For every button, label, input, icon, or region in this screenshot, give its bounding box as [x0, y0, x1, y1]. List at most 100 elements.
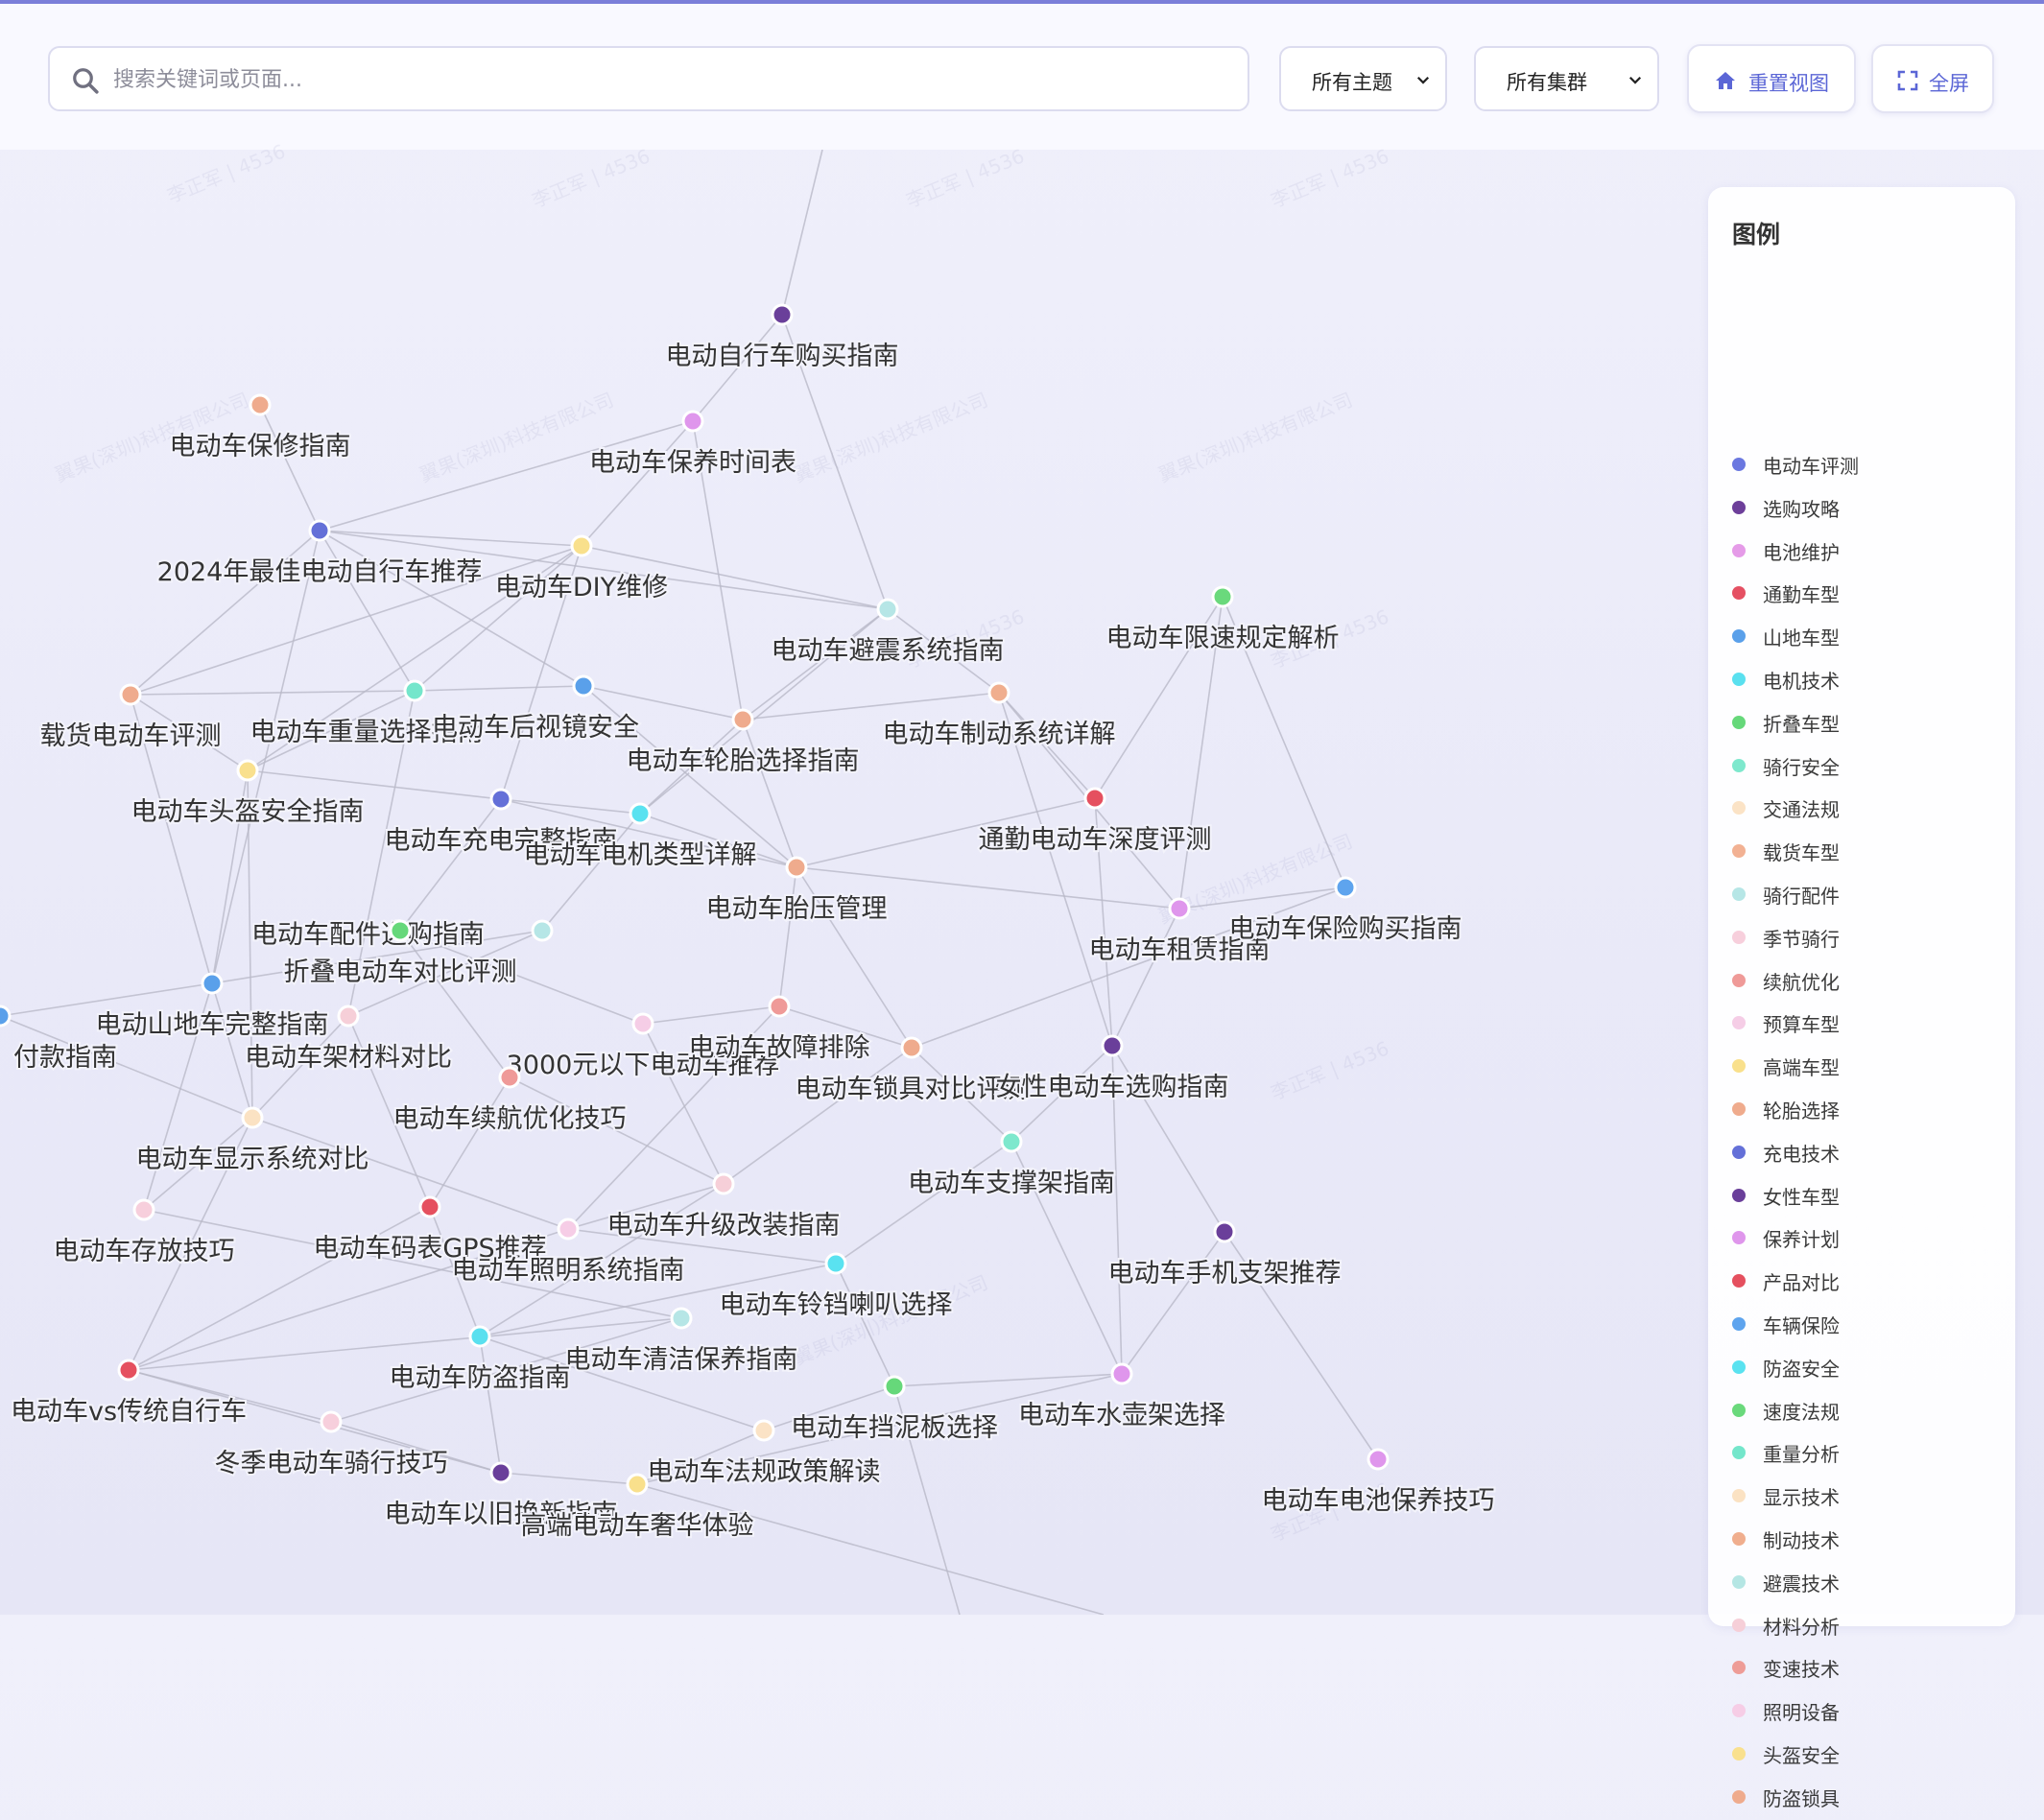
- graph-node[interactable]: 电动车保险购买指南: [1227, 876, 1464, 946]
- graph-node[interactable]: 冬季电动车骑行技巧: [213, 1410, 450, 1480]
- node-label[interactable]: 电动车电池保养技巧: [1260, 1484, 1497, 1518]
- node-label[interactable]: 电动车故障排除: [687, 1031, 872, 1065]
- node-label[interactable]: 电动车后视镜安全: [430, 711, 641, 745]
- node-dot[interactable]: [768, 995, 791, 1018]
- node-dot[interactable]: [883, 1375, 906, 1398]
- topic-select[interactable]: 所有主题: [1279, 46, 1447, 111]
- node-dot[interactable]: [631, 1012, 654, 1035]
- node-dot[interactable]: [389, 919, 412, 942]
- node-label[interactable]: 电动车续航优化技巧: [392, 1102, 629, 1136]
- node-label[interactable]: 电动车头盔安全指南: [130, 795, 367, 829]
- node-dot[interactable]: [489, 788, 512, 811]
- node-label[interactable]: 通勤电动车深度评测: [977, 823, 1214, 857]
- node-label[interactable]: 高端电动车奢华体验: [519, 1509, 756, 1543]
- graph-node[interactable]: 电动车保养时间表: [587, 410, 798, 480]
- graph-node[interactable]: 电动车制动系统详解: [881, 681, 1118, 751]
- node-label[interactable]: 冬季电动车骑行技巧: [213, 1447, 450, 1480]
- node-dot[interactable]: [1110, 1362, 1133, 1385]
- graph-node[interactable]: 电动车避震系统指南: [770, 598, 1007, 668]
- node-label[interactable]: 电动车胎压管理: [704, 892, 890, 926]
- graph-node[interactable]: 载货电动车评测: [38, 683, 224, 753]
- node-dot[interactable]: [117, 1359, 140, 1382]
- node-dot[interactable]: [1000, 1130, 1023, 1153]
- node-label[interactable]: 电动车支撑架指南: [906, 1167, 1117, 1200]
- node-dot[interactable]: [249, 393, 272, 416]
- node-label[interactable]: 电动车照明系统指南: [450, 1254, 687, 1288]
- node-label[interactable]: 折叠电动车对比评测: [282, 956, 519, 989]
- node-label[interactable]: 电动车防盗指南: [388, 1361, 573, 1395]
- graph-node[interactable]: 电动自行车购买指南: [664, 303, 901, 373]
- node-dot[interactable]: [771, 303, 794, 326]
- node-dot[interactable]: [337, 1005, 360, 1028]
- graph-node[interactable]: 电动车码表GPS推荐: [311, 1195, 549, 1265]
- graph-node[interactable]: 电动车后视镜安全: [430, 674, 641, 745]
- node-label[interactable]: 电动车水壶架选择: [1016, 1399, 1227, 1432]
- node-dot[interactable]: [119, 683, 142, 706]
- node-dot[interactable]: [1334, 876, 1357, 899]
- graph-nodes[interactable]: 电动自行车购买指南电动车保修指南 电动车保养时间表 2024年最佳电动自行车推荐电动…: [0, 303, 1497, 1543]
- node-dot[interactable]: [629, 802, 652, 825]
- node-dot[interactable]: [900, 1036, 923, 1059]
- node-label[interactable]: 电动车存放技巧: [52, 1235, 237, 1268]
- graph-node[interactable]: 电动车轮胎选择指南: [625, 708, 862, 778]
- node-label[interactable]: 电动车电机类型详解: [522, 839, 759, 872]
- node-dot[interactable]: [670, 1307, 693, 1330]
- node-dot[interactable]: [241, 1106, 264, 1129]
- node-label[interactable]: 电动车显示系统对比: [134, 1143, 371, 1176]
- node-dot[interactable]: [626, 1473, 649, 1496]
- node-dot[interactable]: [1211, 585, 1234, 608]
- graph-node[interactable]: 电动车电池保养技巧: [1260, 1448, 1497, 1518]
- graph-node[interactable]: 电动车保修指南: [168, 393, 353, 463]
- node-label[interactable]: 女性电动车选购指南: [994, 1071, 1231, 1104]
- node-label[interactable]: 2024年最佳电动自行车推荐: [155, 555, 485, 589]
- node-label[interactable]: 载货电动车评测: [38, 720, 224, 753]
- node-dot[interactable]: [236, 759, 259, 782]
- node-dot[interactable]: [489, 1461, 512, 1484]
- node-label[interactable]: 电动车保险购买指南: [1227, 912, 1464, 946]
- node-dot[interactable]: [1083, 787, 1106, 810]
- node-dot[interactable]: [418, 1195, 441, 1218]
- node-dot[interactable]: [132, 1198, 155, 1221]
- node-dot[interactable]: [1168, 897, 1191, 920]
- node-label[interactable]: 电动车避震系统指南: [770, 634, 1007, 668]
- graph-node[interactable]: 电动车水壶架选择: [1016, 1362, 1227, 1432]
- graph-node[interactable]: 电动车故障排除: [687, 995, 872, 1065]
- node-dot[interactable]: [876, 598, 899, 621]
- graph-node[interactable]: 电动车限速规定解析: [1105, 585, 1342, 655]
- node-dot[interactable]: [681, 410, 704, 433]
- node-dot[interactable]: [572, 674, 595, 697]
- graph-node[interactable]: 通勤电动车深度评测: [977, 787, 1214, 857]
- node-label[interactable]: 电动车配件选购指南: [250, 918, 487, 952]
- node-label[interactable]: 电动车vs传统自行车: [9, 1395, 249, 1429]
- node-dot[interactable]: [308, 519, 331, 542]
- node-label[interactable]: 电动车法规政策解读: [646, 1455, 883, 1489]
- node-dot[interactable]: [731, 708, 754, 731]
- node-dot[interactable]: [468, 1325, 491, 1348]
- node-dot[interactable]: [824, 1252, 847, 1275]
- node-label[interactable]: 电动车DIY维修: [493, 571, 670, 604]
- graph-node[interactable]: 电动车铃铛喇叭选择: [718, 1252, 955, 1322]
- node-dot[interactable]: [498, 1066, 521, 1089]
- graph-node[interactable]: 2024年最佳电动自行车推荐: [155, 519, 485, 589]
- node-dot[interactable]: [785, 856, 808, 879]
- node-label[interactable]: 电动山地车完整指南: [94, 1008, 331, 1042]
- node-dot[interactable]: [1367, 1448, 1390, 1471]
- node-label[interactable]: 电动车保养时间表: [587, 446, 798, 480]
- node-label[interactable]: 电动车轮胎选择指南: [625, 745, 862, 778]
- node-dot[interactable]: [0, 1005, 12, 1028]
- node-dot[interactable]: [320, 1410, 343, 1433]
- node-label[interactable]: 电动车限速规定解析: [1105, 622, 1342, 655]
- node-label[interactable]: 电动车保修指南: [168, 430, 353, 463]
- graph-node[interactable]: 电动车手机支架推荐: [1106, 1220, 1343, 1290]
- search-input[interactable]: [111, 48, 1238, 111]
- node-dot[interactable]: [201, 972, 224, 995]
- node-label[interactable]: 电动车锁具对比评测: [794, 1073, 1031, 1106]
- node-dot[interactable]: [570, 534, 593, 557]
- reset-view-button[interactable]: 重置视图: [1687, 44, 1856, 113]
- node-dot[interactable]: [752, 1419, 775, 1442]
- node-label[interactable]: 电动车架材料对比: [243, 1041, 454, 1075]
- node-dot[interactable]: [712, 1172, 735, 1195]
- cluster-select[interactable]: 所有集群: [1474, 46, 1659, 111]
- node-label[interactable]: 电动车清洁保养指南: [563, 1343, 800, 1377]
- node-dot[interactable]: [1213, 1220, 1236, 1243]
